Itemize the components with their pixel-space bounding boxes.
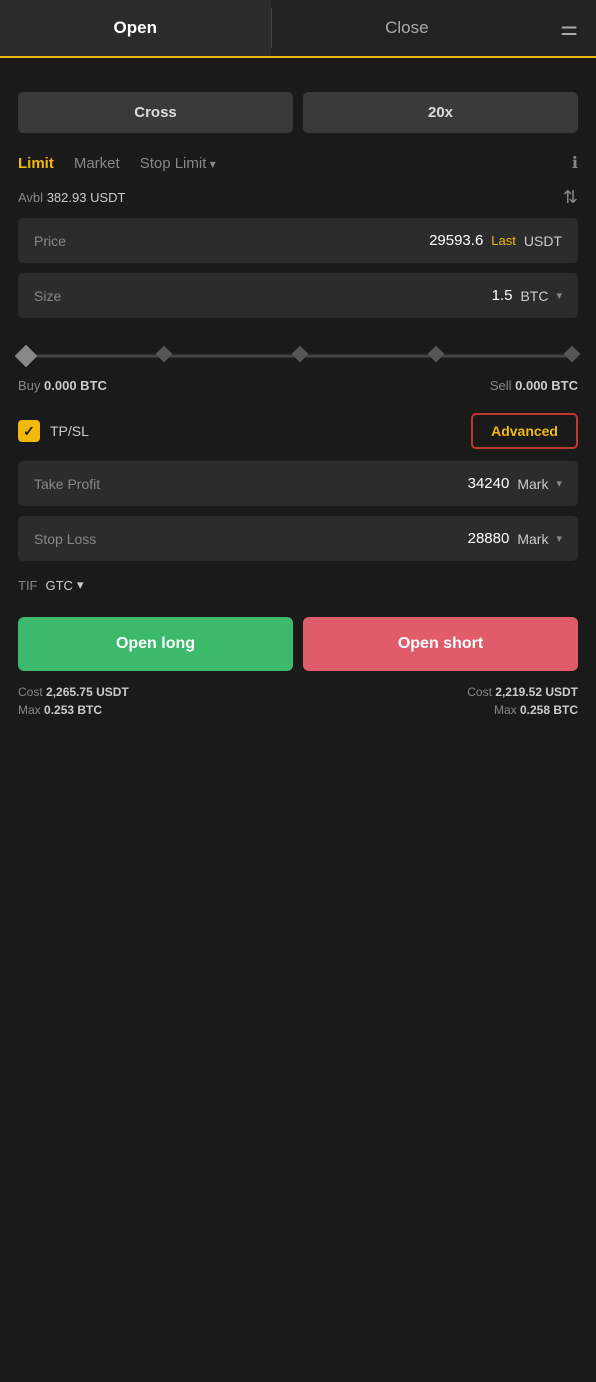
- transfer-icon[interactable]: ⇅: [563, 187, 578, 208]
- main-content: Cross 20x Limit Market Stop Limit ℹ Avbl…: [0, 58, 596, 723]
- size-field[interactable]: Size 1.5 BTC ▾: [18, 273, 578, 318]
- buy-value: 0.000 BTC: [44, 378, 107, 393]
- short-cost-label: Cost 2,219.52 USDT: [467, 685, 578, 699]
- price-tag: Last: [491, 233, 516, 248]
- tpsl-left: ✓ TP/SL: [18, 420, 89, 442]
- tab-bar: Open Close ⚌: [0, 0, 596, 58]
- stop-loss-dropdown[interactable]: ▾: [556, 532, 562, 545]
- short-max-label: Max 0.258 BTC: [467, 703, 578, 717]
- take-profit-unit: Mark: [517, 476, 548, 492]
- avbl-label: Avbl 382.93 USDT: [18, 190, 125, 205]
- take-profit-dropdown[interactable]: ▾: [556, 477, 562, 490]
- price-label: Price: [34, 233, 66, 249]
- take-profit-label: Take Profit: [34, 476, 100, 492]
- tick-100[interactable]: [564, 346, 581, 363]
- tif-selected: GTC: [46, 578, 73, 593]
- leverage-button[interactable]: 20x: [303, 92, 578, 133]
- buy-label: Buy 0.000 BTC: [18, 378, 107, 393]
- long-max-label: Max 0.253 BTC: [18, 703, 129, 717]
- stop-loss-unit: Mark: [517, 531, 548, 547]
- cost-max-row: Cost 2,265.75 USDT Max 0.253 BTC Cost 2,…: [18, 685, 578, 717]
- action-buttons-row: Open long Open short: [18, 617, 578, 671]
- take-profit-value-group: 34240 Mark ▾: [468, 475, 562, 492]
- slider-track-container[interactable]: [18, 344, 578, 368]
- take-profit-field[interactable]: Take Profit 34240 Mark ▾: [18, 461, 578, 506]
- cross-button[interactable]: Cross: [18, 92, 293, 133]
- order-type-limit[interactable]: Limit: [18, 155, 54, 172]
- long-cost-label: Cost 2,265.75 USDT: [18, 685, 129, 699]
- tif-label: TIF: [18, 578, 38, 593]
- tp-sl-inputs: Take Profit 34240 Mark ▾ Stop Loss 28880…: [18, 461, 578, 561]
- tick-50[interactable]: [292, 346, 309, 363]
- stop-loss-value-group: 28880 Mark ▾: [468, 530, 562, 547]
- long-max-value: 0.253 BTC: [44, 703, 102, 717]
- tif-dropdown-icon[interactable]: ▾: [77, 577, 84, 593]
- stop-loss-field[interactable]: Stop Loss 28880 Mark ▾: [18, 516, 578, 561]
- sell-label: Sell 0.000 BTC: [490, 378, 578, 393]
- short-cost-col: Cost 2,219.52 USDT Max 0.258 BTC: [467, 685, 578, 717]
- available-balance-row: Avbl 382.93 USDT ⇅: [18, 187, 578, 208]
- price-unit: USDT: [524, 233, 562, 249]
- order-type-row: Limit Market Stop Limit ℹ: [18, 153, 578, 173]
- settings-icon[interactable]: ⚌: [542, 16, 596, 41]
- price-value: 29593.6: [429, 232, 483, 249]
- short-cost-value: 2,219.52 USDT: [495, 685, 578, 699]
- tick-25[interactable]: [156, 346, 173, 363]
- advanced-button[interactable]: Advanced: [471, 413, 578, 449]
- long-cost-col: Cost 2,265.75 USDT Max 0.253 BTC: [18, 685, 129, 717]
- buy-sell-labels: Buy 0.000 BTC Sell 0.000 BTC: [18, 378, 578, 393]
- long-cost-value: 2,265.75 USDT: [46, 685, 129, 699]
- tif-value[interactable]: GTC ▾: [46, 577, 84, 593]
- tick-0[interactable]: [15, 345, 38, 368]
- size-value: 1.5: [492, 287, 513, 304]
- size-value-group: 1.5 BTC ▾: [492, 287, 562, 304]
- tpsl-label: TP/SL: [50, 423, 89, 439]
- tpsl-row: ✓ TP/SL Advanced: [18, 413, 578, 449]
- tif-row: TIF GTC ▾: [18, 577, 578, 593]
- info-icon[interactable]: ℹ: [572, 153, 578, 173]
- open-short-button[interactable]: Open short: [303, 617, 578, 671]
- size-unit: BTC: [520, 288, 548, 304]
- tick-marks: [18, 348, 578, 364]
- short-max-value: 0.258 BTC: [520, 703, 578, 717]
- tab-open[interactable]: Open: [0, 0, 271, 58]
- order-type-market[interactable]: Market: [74, 155, 120, 172]
- position-slider[interactable]: [18, 344, 578, 368]
- stop-loss-value: 28880: [468, 530, 510, 547]
- mode-row: Cross 20x: [18, 92, 578, 133]
- sell-value: 0.000 BTC: [515, 378, 578, 393]
- tab-close[interactable]: Close: [272, 0, 543, 56]
- stop-loss-label: Stop Loss: [34, 531, 96, 547]
- open-long-button[interactable]: Open long: [18, 617, 293, 671]
- size-label: Size: [34, 288, 61, 304]
- tpsl-checkbox[interactable]: ✓: [18, 420, 40, 442]
- price-value-group: 29593.6 Last USDT: [429, 232, 562, 249]
- checkbox-check-icon: ✓: [23, 423, 35, 440]
- order-type-stop-limit[interactable]: Stop Limit: [140, 155, 216, 172]
- size-dropdown-arrow[interactable]: ▾: [556, 289, 562, 302]
- price-field[interactable]: Price 29593.6 Last USDT: [18, 218, 578, 263]
- tick-75[interactable]: [428, 346, 445, 363]
- take-profit-value: 34240: [468, 475, 510, 492]
